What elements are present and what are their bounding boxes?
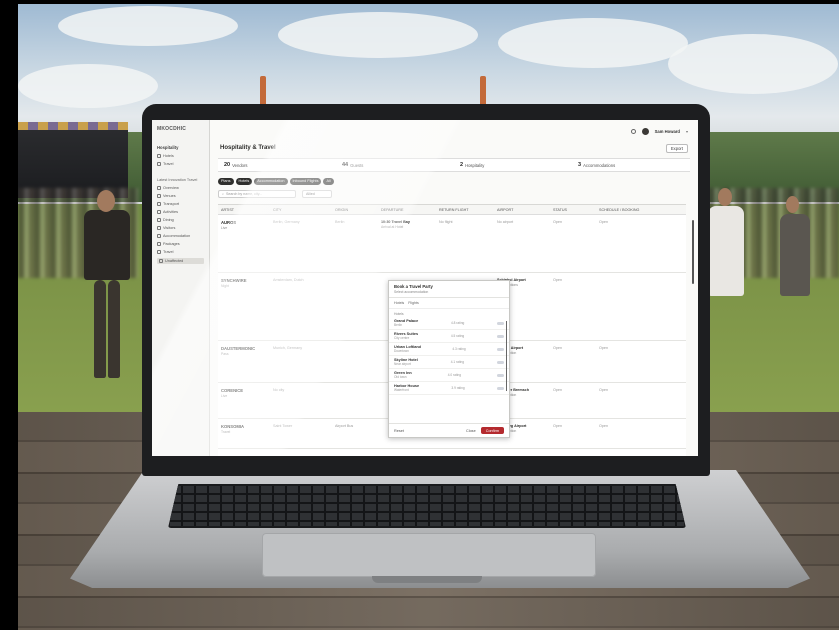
list-item[interactable]: Rivers Suites City centre 4.5 rating bbox=[389, 330, 509, 343]
sidebar-item-dining[interactable]: Dining bbox=[157, 218, 204, 222]
table-row[interactable]: AUROS Live Berlin, Germany Berlin 10:30 T… bbox=[218, 215, 686, 273]
table-header: ARTIST CITY ORIGIN DEPARTURE RETURN FLIG… bbox=[218, 205, 686, 215]
sidebar-item-overview[interactable]: Overview bbox=[157, 186, 204, 190]
plane-icon bbox=[157, 162, 161, 166]
table-scrollbar[interactable] bbox=[692, 220, 694, 284]
sidebar-item-travel-secondary[interactable]: Travel bbox=[157, 250, 204, 254]
sidebar-item-packages[interactable]: Packages bbox=[157, 242, 204, 246]
sidebar-section-title: Hospitality bbox=[157, 145, 179, 150]
list-item[interactable]: Skyline Hotel Near airport 4.1 rating bbox=[389, 356, 509, 369]
search-input[interactable]: ⌕ Search by name, city... bbox=[218, 190, 296, 198]
reset-button[interactable]: Reset bbox=[394, 429, 404, 433]
status-select[interactable]: Allied bbox=[302, 190, 332, 198]
chip-hotels[interactable]: Hotels bbox=[235, 178, 253, 185]
pin-icon bbox=[157, 194, 161, 198]
stat-guests: 44 Guests bbox=[342, 162, 364, 168]
filter-row: ⌕ Search by name, city... Allied bbox=[218, 190, 332, 198]
column-header[interactable]: RETURN FLIGHT bbox=[436, 208, 494, 212]
app-window: MKOCDHIC Hospitality Hotels Travel Lates… bbox=[152, 120, 698, 456]
list-item[interactable]: Green Inn Old town 4.0 rating bbox=[389, 369, 509, 382]
tab-flights[interactable]: Flights bbox=[408, 301, 419, 305]
popup-tabs: Hotels Flights bbox=[389, 298, 509, 309]
stat-hospitality: 2 Hospitality bbox=[460, 162, 485, 168]
export-button[interactable]: Export bbox=[665, 144, 688, 153]
chevron-down-icon[interactable]: ▾ bbox=[686, 129, 688, 134]
sidebar-item-visitors[interactable]: Visitors bbox=[157, 226, 204, 230]
column-header[interactable]: ORIGIN bbox=[332, 208, 378, 212]
stat-accommodations: 3 Accommodations bbox=[578, 162, 616, 168]
popup-scrollbar[interactable] bbox=[505, 321, 507, 391]
toggle[interactable] bbox=[496, 321, 504, 325]
chip-all[interactable]: All bbox=[323, 178, 334, 185]
toggle[interactable] bbox=[496, 360, 504, 364]
toggle[interactable] bbox=[496, 347, 504, 351]
plane-icon bbox=[157, 250, 161, 254]
list-icon bbox=[159, 259, 163, 263]
laptop-keyboard bbox=[168, 484, 686, 528]
chip-accommodation[interactable]: Accommodation bbox=[254, 178, 288, 185]
festival-stage bbox=[18, 122, 128, 198]
sidebar-item-venues[interactable]: Venues bbox=[157, 194, 204, 198]
notification-bell-icon[interactable] bbox=[630, 128, 636, 134]
sidebar-item-travel[interactable]: Travel bbox=[157, 162, 204, 166]
column-header[interactable]: CITY bbox=[270, 208, 332, 212]
chip-plans[interactable]: Plans bbox=[218, 178, 234, 185]
fork-icon bbox=[157, 218, 161, 222]
users-icon bbox=[157, 226, 161, 230]
page-title: Hospitality & Travel bbox=[220, 145, 276, 151]
close-button[interactable]: Close bbox=[466, 429, 476, 433]
sidebar-item-activities[interactable]: Activities bbox=[157, 210, 204, 214]
brand-logo: MKOCDHIC bbox=[157, 126, 187, 132]
popup-header: Book a Travel Party Select accommodation bbox=[389, 281, 509, 298]
top-bar: Sam Howard ▾ bbox=[210, 120, 698, 142]
bed-icon bbox=[157, 234, 161, 238]
list-item[interactable]: Grand Palace Berlin 4.8 rating bbox=[389, 317, 509, 330]
filter-chips: Plans Hotels Accommodation Inbound Fligh… bbox=[218, 178, 334, 185]
grid-icon bbox=[157, 154, 161, 158]
list-item[interactable]: Urban Loftland Downtown 4.3 rating bbox=[389, 343, 509, 356]
column-header[interactable]: AIRPORT bbox=[494, 208, 550, 212]
sidebar: MKOCDHIC Hospitality Hotels Travel Lates… bbox=[152, 120, 210, 456]
star-icon bbox=[157, 210, 161, 214]
avatar[interactable] bbox=[641, 127, 649, 135]
popup-footer: Reset Close Confirm bbox=[389, 423, 509, 437]
laptop-screen: MKOCDHIC Hospitality Hotels Travel Lates… bbox=[152, 120, 698, 456]
tab-hotels[interactable]: Hotels bbox=[394, 301, 404, 305]
popup-list-label: Hotels bbox=[394, 312, 404, 316]
list-item[interactable]: Harbor House Waterfront 3.9 rating bbox=[389, 382, 509, 395]
column-header[interactable]: STATUS bbox=[550, 208, 596, 212]
column-header[interactable]: ARTIST bbox=[218, 208, 270, 212]
stats-bar: 20 Vendors 44 Guests 2 Hospitality 3 Accommo… bbox=[218, 158, 690, 172]
laptop-trackpad bbox=[262, 533, 596, 577]
stat-vendors: 20 Vendors bbox=[224, 162, 248, 168]
toggle[interactable] bbox=[496, 334, 504, 338]
chip-inbound-flights[interactable]: Inbound Flights bbox=[289, 178, 322, 185]
column-header[interactable]: DEPARTURE bbox=[378, 208, 436, 212]
main-content: Sam Howard ▾ Hospitality & Travel Export… bbox=[210, 120, 698, 456]
confirm-button[interactable]: Confirm bbox=[480, 427, 504, 434]
sidebar-item-unaffected[interactable]: Unaffected bbox=[157, 258, 204, 264]
booking-popup: Book a Travel Party Select accommodation … bbox=[388, 280, 510, 438]
eye-icon bbox=[157, 186, 161, 190]
toggle[interactable] bbox=[497, 386, 504, 390]
sidebar-item-transport[interactable]: Transport bbox=[157, 202, 204, 206]
sidebar-section-secondary: Latest Innovation Travel bbox=[157, 178, 198, 182]
toggle[interactable] bbox=[497, 373, 504, 377]
sidebar-item-accommodation[interactable]: Accommodation bbox=[157, 234, 204, 238]
box-icon bbox=[157, 242, 161, 246]
user-name[interactable]: Sam Howard bbox=[655, 129, 680, 134]
sidebar-item-hotels[interactable]: Hotels bbox=[157, 154, 204, 158]
search-icon: ⌕ bbox=[222, 192, 225, 196]
car-icon bbox=[157, 202, 161, 206]
column-header[interactable]: SCHEDULE / BOOKING bbox=[596, 208, 646, 212]
